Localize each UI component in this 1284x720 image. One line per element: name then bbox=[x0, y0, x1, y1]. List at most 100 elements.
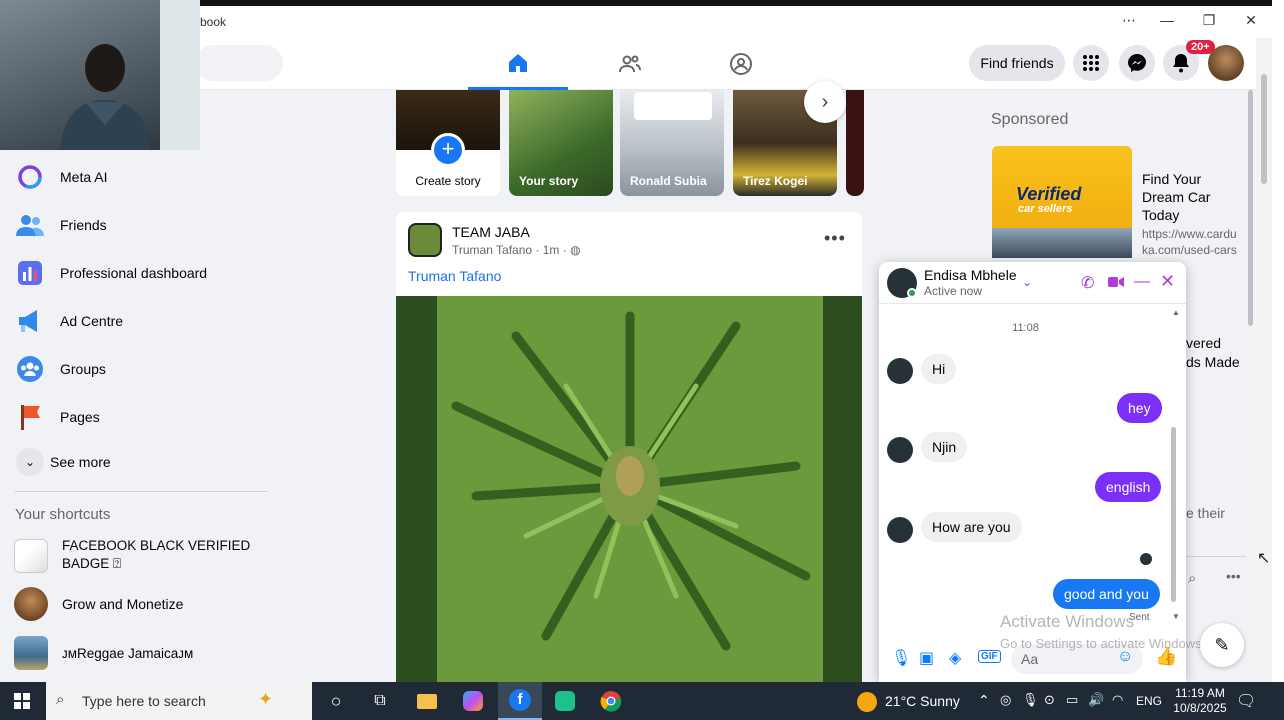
cortana-icon[interactable]: ○ bbox=[322, 688, 350, 714]
find-friends-button[interactable]: Find friends bbox=[969, 45, 1065, 81]
tab-home[interactable] bbox=[468, 38, 568, 90]
shortcut-facebook-black-verified[interactable]: FACEBOOK BLACK VERIFIED BADGE ⍰ bbox=[14, 537, 252, 575]
chat-header[interactable]: Endisa Mbhele Active now ⌄ ✆ — ✕ bbox=[879, 262, 1186, 304]
stories-next-button[interactable]: › bbox=[804, 81, 846, 123]
shortcut-thumbnail bbox=[14, 539, 48, 573]
app-menu-icon[interactable]: ⋯ bbox=[1114, 12, 1144, 29]
post-meta: Truman Tafano · 1m · ◍ bbox=[452, 243, 581, 257]
meta-ai-icon bbox=[14, 161, 46, 193]
webcam-wall bbox=[160, 0, 200, 150]
weather-text[interactable]: 21°C Sunny bbox=[885, 693, 960, 709]
store-app-icon[interactable] bbox=[551, 688, 579, 714]
post-group-name[interactable]: TEAM JABA bbox=[452, 224, 530, 240]
scroll-down-arrow-icon[interactable]: ▼ bbox=[1172, 612, 1180, 621]
sidebar-item-pages[interactable]: Pages bbox=[14, 397, 100, 437]
ad2-title-partial-2[interactable]: ds Made bbox=[1186, 354, 1240, 370]
sticker-icon[interactable]: ◈ bbox=[949, 648, 961, 668]
create-story-card[interactable]: + Create story bbox=[396, 90, 500, 196]
see-more-label: See more bbox=[50, 454, 111, 470]
chrome-icon[interactable] bbox=[597, 688, 625, 714]
minimize-icon[interactable]: — bbox=[1152, 12, 1182, 28]
story-card[interactable]: Ronald Subia bbox=[620, 90, 724, 196]
new-message-button[interactable]: ✎ bbox=[1200, 623, 1244, 667]
video-icon[interactable] bbox=[1108, 275, 1124, 293]
webcam-person-image bbox=[60, 44, 150, 150]
chevron-down-icon: ⌄ bbox=[14, 446, 46, 478]
post-options-icon[interactable]: ••• bbox=[824, 228, 846, 249]
megaphone-icon bbox=[14, 305, 46, 337]
group-avatar[interactable] bbox=[408, 223, 442, 257]
windows-start-icon[interactable] bbox=[8, 688, 36, 714]
contacts-search-icon[interactable]: ⌕ bbox=[1188, 570, 1196, 587]
story-label: Your story bbox=[519, 174, 579, 188]
online-indicator bbox=[907, 288, 917, 298]
scrollbar-thumb[interactable] bbox=[1248, 90, 1253, 326]
gif-icon[interactable]: GIF bbox=[978, 650, 1001, 663]
shortcut-grow-and-monetize[interactable]: Grow and Monetize bbox=[14, 584, 183, 624]
account-avatar[interactable] bbox=[1208, 45, 1244, 81]
language-indicator[interactable]: ENG bbox=[1136, 694, 1162, 708]
sponsored-heading: Sponsored bbox=[991, 111, 1069, 128]
menu-button[interactable] bbox=[1073, 45, 1109, 81]
clock-time: 11:19 AM bbox=[1175, 686, 1225, 700]
clock-date: 10/8/2025 bbox=[1173, 701, 1227, 715]
post-text[interactable]: Truman Tafano bbox=[408, 268, 501, 284]
task-view-icon[interactable]: ⧉ bbox=[366, 688, 394, 714]
tray-chevron-icon[interactable]: ⌃ bbox=[978, 692, 990, 709]
sidebar-item-ad-centre[interactable]: Ad Centre bbox=[14, 301, 123, 341]
search-input[interactable] bbox=[195, 45, 283, 81]
taskbar-clock[interactable]: 11:19 AM 10/8/2025 bbox=[1170, 686, 1230, 716]
see-more-button[interactable]: ⌄ See more bbox=[14, 442, 111, 482]
post-image[interactable] bbox=[396, 296, 862, 682]
shortcut-label: Grow and Monetize bbox=[62, 596, 184, 612]
scroll-up-arrow-icon[interactable]: ▲ bbox=[1172, 308, 1180, 317]
restore-icon[interactable]: ❐ bbox=[1194, 12, 1224, 29]
taskbar-search-input[interactable]: ⌕ Type here to search ✦ bbox=[46, 682, 312, 720]
outgoing-message: good and you bbox=[1053, 579, 1160, 609]
story-card-partial[interactable] bbox=[846, 90, 864, 196]
post-time[interactable]: 1m bbox=[543, 243, 560, 257]
window-title: book bbox=[200, 15, 227, 29]
notification-center-icon[interactable]: 🗨 bbox=[1236, 691, 1256, 711]
chevron-down-icon[interactable]: ⌄ bbox=[1022, 275, 1032, 289]
chat-contact-name[interactable]: Endisa Mbhele bbox=[924, 267, 1017, 283]
windows-taskbar: ⌕ Type here to search ✦ ○ ⧉ f 21°C Sunny… bbox=[0, 682, 1284, 720]
microphone-tray-icon[interactable]: 🎙 bbox=[1022, 692, 1039, 708]
right-column-scrollbar[interactable] bbox=[1246, 90, 1254, 330]
copilot-icon[interactable] bbox=[459, 688, 487, 714]
microphone-icon[interactable]: 🎙 bbox=[891, 648, 911, 668]
chat-scrollbar[interactable] bbox=[1171, 427, 1176, 602]
contacts-options-icon[interactable]: ••• bbox=[1226, 568, 1241, 584]
tab-groups[interactable] bbox=[691, 38, 791, 90]
minimize-chat-icon[interactable]: — bbox=[1134, 273, 1150, 291]
volume-icon[interactable]: 🔊 bbox=[1088, 692, 1104, 708]
ad-title[interactable]: Find Your Dream Car Today bbox=[1142, 170, 1242, 224]
ad-image[interactable]: Verified car sellers bbox=[992, 146, 1132, 258]
story-preview-snippet bbox=[634, 92, 712, 120]
sidebar-item-groups[interactable]: Groups bbox=[14, 349, 106, 389]
ad2-title-partial[interactable]: vered bbox=[1186, 335, 1221, 351]
groups-icon bbox=[14, 353, 46, 385]
close-chat-icon[interactable]: ✕ bbox=[1160, 271, 1175, 292]
phone-icon[interactable]: ✆ bbox=[1081, 273, 1094, 293]
sidebar-item-meta-ai[interactable]: Meta AI bbox=[14, 157, 107, 197]
file-explorer-icon[interactable] bbox=[413, 688, 441, 714]
sidebar-item-friends[interactable]: Friends bbox=[14, 205, 107, 245]
sidebar-item-professional-dashboard[interactable]: Professional dashboard bbox=[14, 253, 207, 293]
battery-icon[interactable]: ▭ bbox=[1066, 692, 1078, 708]
scrollbar-thumb[interactable] bbox=[1261, 74, 1267, 184]
wifi-icon[interactable]: ◠ bbox=[1112, 692, 1123, 708]
story-card[interactable]: Your story bbox=[509, 90, 613, 196]
shortcut-thumbnail bbox=[14, 636, 48, 670]
taskbar-facebook-app[interactable]: f bbox=[498, 682, 542, 720]
tray-app-icon[interactable]: ◎ bbox=[1000, 692, 1011, 708]
tab-friends[interactable] bbox=[580, 38, 680, 90]
location-icon[interactable]: ⊙ bbox=[1044, 692, 1055, 708]
messenger-button[interactable] bbox=[1119, 45, 1155, 81]
shortcut-reggae-jamaica[interactable]: ᴊᴍReggae Jamaicaᴊᴍ bbox=[14, 633, 193, 673]
post-author[interactable]: Truman Tafano bbox=[452, 243, 532, 257]
close-window-icon[interactable]: ✕ bbox=[1236, 12, 1266, 29]
photo-icon[interactable]: ▣ bbox=[919, 648, 934, 668]
ad-url[interactable]: https://www.carduka.com/used-cars bbox=[1142, 226, 1242, 258]
page-scrollbar[interactable] bbox=[1256, 38, 1272, 682]
